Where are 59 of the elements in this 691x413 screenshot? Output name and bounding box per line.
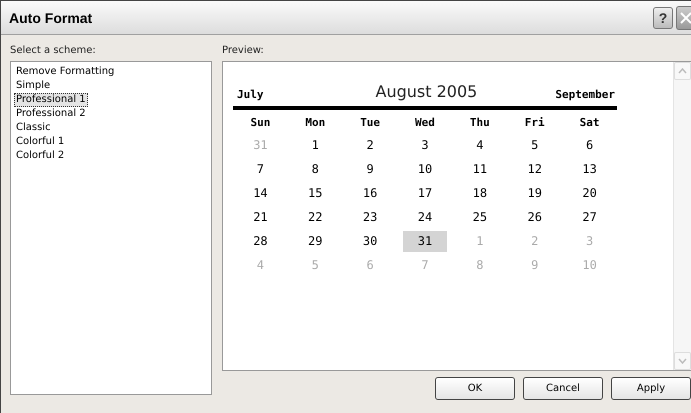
calendar-day[interactable]: 24 xyxy=(402,207,448,228)
calendar-day[interactable]: 7 xyxy=(238,159,283,180)
dialog-button[interactable]: OK xyxy=(435,377,515,400)
scroll-up-icon[interactable] xyxy=(674,62,691,80)
weekday-label: Sun xyxy=(249,115,272,131)
scheme-item[interactable]: Colorful 2 xyxy=(14,149,66,163)
prev-month-link[interactable]: July xyxy=(237,88,264,101)
calendar-day[interactable]: 18 xyxy=(457,183,502,204)
scheme-item[interactable]: Classic xyxy=(14,121,53,135)
calendar-day[interactable]: 20 xyxy=(567,183,612,204)
calendar-day[interactable]: 21 xyxy=(238,207,283,228)
scrollbar[interactable] xyxy=(673,62,691,370)
calendar-day[interactable]: 9 xyxy=(348,159,393,180)
dialog-button[interactable]: Cancel xyxy=(523,377,603,400)
scheme-item[interactable]: Colorful 1 xyxy=(14,135,66,149)
scheme-label: Select a scheme: xyxy=(10,45,97,58)
calendar-day[interactable]: 25 xyxy=(457,207,502,228)
calendar-day[interactable]: 2 xyxy=(348,135,393,156)
help-button[interactable]: ? xyxy=(653,6,673,28)
scheme-item[interactable]: Remove Formatting xyxy=(14,65,116,79)
calendar-day[interactable]: 22 xyxy=(292,207,338,228)
calendar-day[interactable]: 30 xyxy=(348,231,393,252)
scheme-item[interactable]: Professional 2 xyxy=(14,107,88,121)
calendar-day[interactable]: 8 xyxy=(292,159,338,180)
scroll-down-icon[interactable] xyxy=(674,352,691,370)
calendar-day[interactable]: 31 xyxy=(402,231,448,252)
calendar-day[interactable]: 17 xyxy=(402,183,448,204)
calendar-day[interactable]: 3 xyxy=(402,135,448,156)
calendar-day[interactable]: 1 xyxy=(292,135,338,156)
calendar-day[interactable]: 12 xyxy=(512,159,558,180)
weekday-label: Fri xyxy=(524,115,546,131)
calendar-day[interactable]: 23 xyxy=(348,207,393,228)
window-title: Auto Format xyxy=(9,10,94,26)
weekday-label: Wed xyxy=(414,115,436,131)
dialog-button[interactable]: Apply xyxy=(611,377,691,400)
scheme-item[interactable]: Simple xyxy=(14,79,52,93)
calendar-day[interactable]: 15 xyxy=(292,183,338,204)
weekday-label: Tue xyxy=(359,115,382,131)
calendar-day[interactable]: 28 xyxy=(238,231,283,252)
weekday-label: Mon xyxy=(304,115,326,131)
calendar-day[interactable]: 11 xyxy=(457,159,502,180)
scheme-item[interactable]: Professional 1 xyxy=(14,93,88,107)
calendar-day[interactable]: 13 xyxy=(567,159,612,180)
weekday-label: Thu xyxy=(468,115,491,131)
calendar-day[interactable]: 26 xyxy=(512,207,558,228)
calendar-day[interactable]: 5 xyxy=(512,135,558,156)
calendar-day[interactable]: 10 xyxy=(402,159,448,180)
weekday-label: Sat xyxy=(578,115,600,131)
calendar-day[interactable]: 6 xyxy=(567,135,612,156)
calendar-day[interactable]: 4 xyxy=(457,135,502,156)
calendar-day[interactable]: 14 xyxy=(238,183,283,204)
preview-label: Preview: xyxy=(222,45,265,58)
calendar-day[interactable]: 16 xyxy=(348,183,393,204)
calendar-day[interactable]: 19 xyxy=(512,183,558,204)
calendar-day[interactable]: 29 xyxy=(292,231,338,252)
calendar-day[interactable]: 27 xyxy=(567,207,612,228)
next-month-link[interactable]: September xyxy=(555,88,615,101)
month-title: August 2005 xyxy=(376,82,478,101)
close-icon[interactable] xyxy=(676,6,691,30)
